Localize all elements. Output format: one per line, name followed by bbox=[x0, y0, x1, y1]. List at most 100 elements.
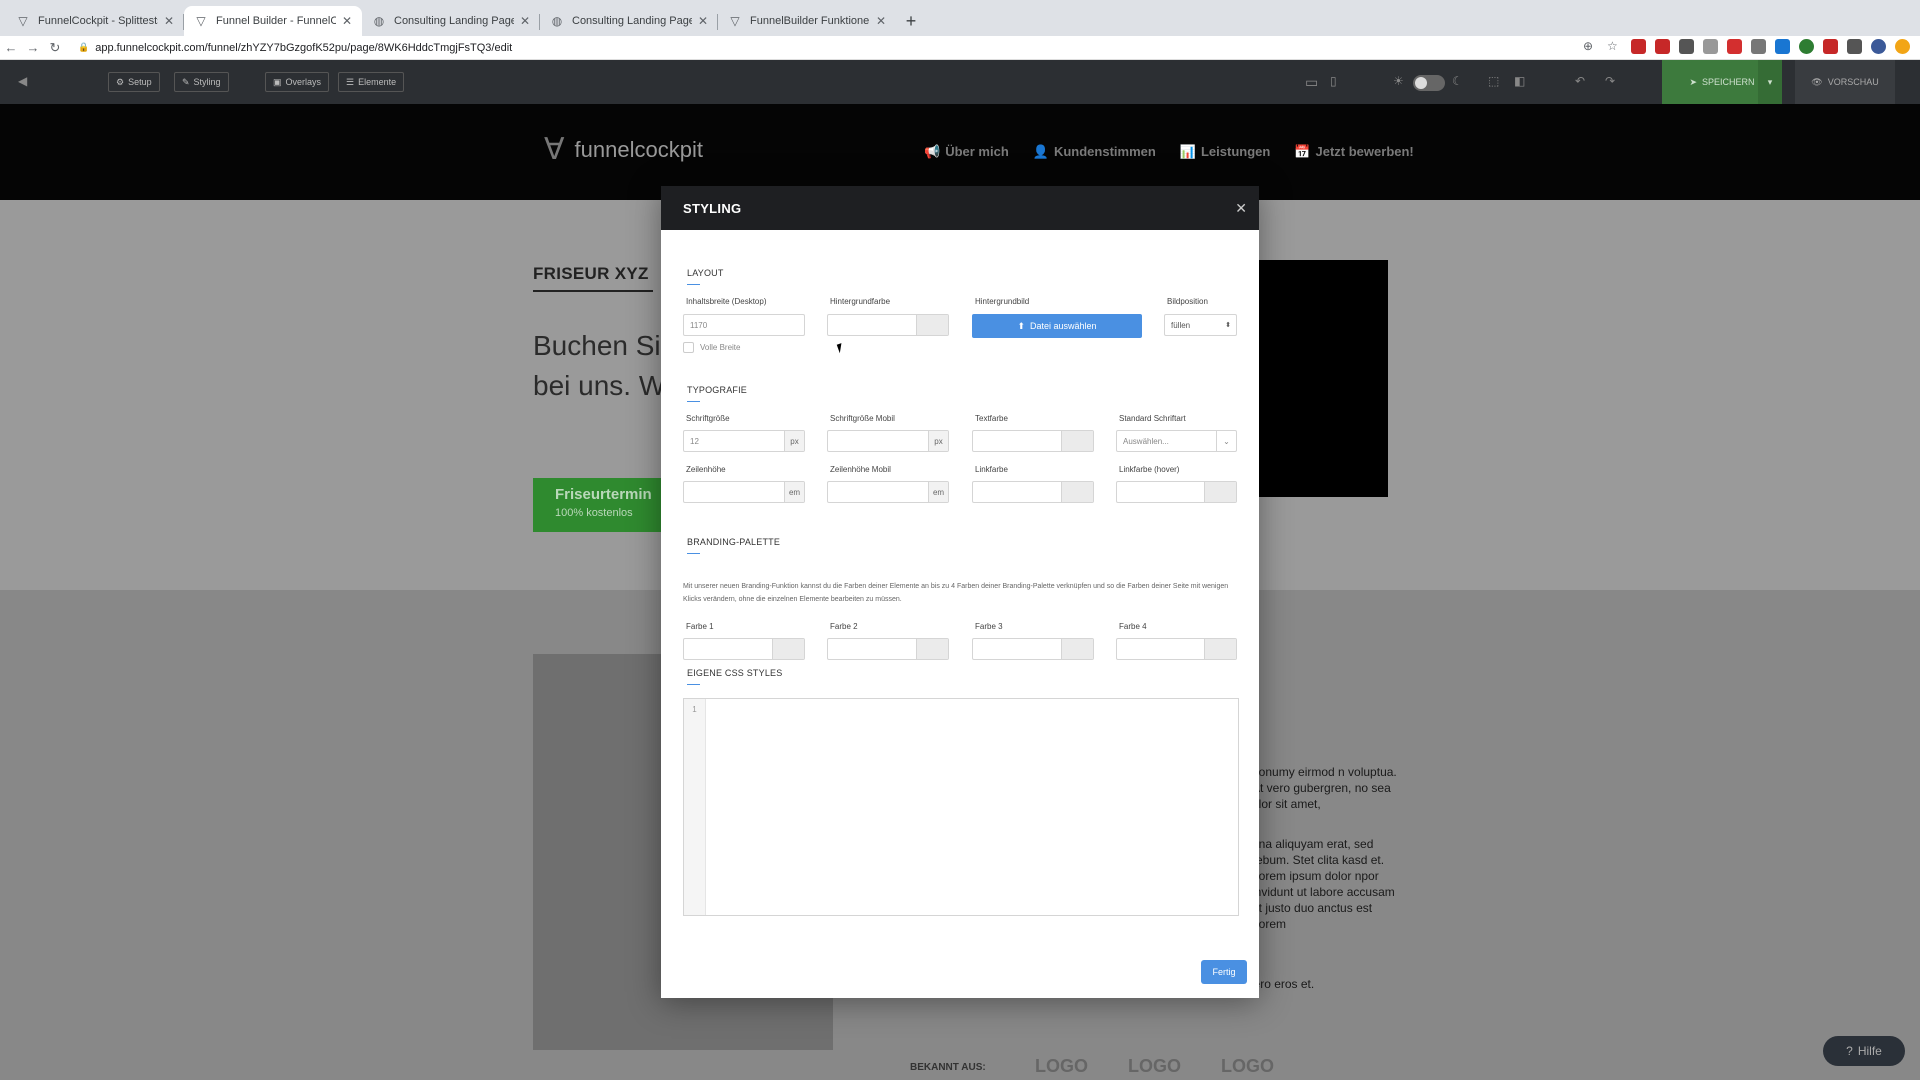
mobile-icon[interactable]: ▯ bbox=[1330, 74, 1337, 88]
forward-icon[interactable]: → bbox=[22, 40, 44, 55]
color-swatch[interactable] bbox=[916, 315, 948, 335]
close-icon[interactable]: ✕ bbox=[1235, 200, 1247, 217]
linkfarbe-input[interactable] bbox=[972, 481, 1094, 503]
farbe2-input[interactable] bbox=[827, 638, 949, 660]
elemente-button[interactable]: ☰ Elemente bbox=[338, 72, 405, 92]
color-swatch[interactable] bbox=[1204, 482, 1236, 502]
sidebar-icon[interactable]: ◧ bbox=[1514, 74, 1525, 88]
redo-icon[interactable]: ↷ bbox=[1605, 74, 1615, 88]
nav-item-leistungen[interactable]: 📊 Leistungen bbox=[1180, 144, 1271, 160]
extension-icon[interactable] bbox=[1703, 39, 1718, 54]
zeilenhoehe-mobil-input[interactable]: em bbox=[827, 481, 949, 503]
hintergrundfarbe-input[interactable] bbox=[827, 314, 949, 336]
save-dropdown-button[interactable]: ▾ bbox=[1758, 60, 1782, 104]
schriftart-value: Auswählen... bbox=[1123, 436, 1169, 446]
setup-label: Setup bbox=[128, 77, 152, 87]
nav-item-jetzt-bewerben[interactable]: 📅 Jetzt bewerben! bbox=[1294, 144, 1413, 160]
menu-icon[interactable] bbox=[1847, 39, 1862, 54]
desktop-icon[interactable]: ▭ bbox=[1305, 74, 1318, 91]
close-icon[interactable]: ✕ bbox=[342, 14, 352, 28]
close-icon[interactable]: ✕ bbox=[876, 14, 886, 28]
new-tab-button[interactable]: + bbox=[896, 6, 926, 36]
grid-icon[interactable]: ⬚ bbox=[1488, 74, 1499, 88]
browser-tab-1[interactable]: ▽ FunnelCockpit - Splittests, Ma ✕ bbox=[6, 6, 184, 36]
extension-icon[interactable] bbox=[1895, 39, 1910, 54]
user-icon: 👤 bbox=[1032, 144, 1049, 159]
extension-icon[interactable] bbox=[1655, 39, 1670, 54]
checkbox-box[interactable] bbox=[683, 342, 694, 353]
elemente-label: Elemente bbox=[358, 77, 397, 87]
moon-icon[interactable]: ☾ bbox=[1452, 74, 1463, 88]
close-icon[interactable]: ✕ bbox=[164, 14, 174, 28]
zeilenhoehe-label: Zeilenhöhe bbox=[686, 465, 726, 474]
zeilenhoehe-input[interactable]: em bbox=[683, 481, 805, 503]
avatar[interactable] bbox=[1871, 39, 1886, 54]
nav-item-ueber-mich[interactable]: 📢 Über mich bbox=[924, 144, 1009, 160]
datei-auswaehlen-button[interactable]: ⬆ Datei auswählen bbox=[972, 314, 1142, 338]
section-css: EIGENE CSS STYLES bbox=[687, 668, 783, 685]
browser-tab-2[interactable]: ▽ Funnel Builder - FunnelCockpit ✕ bbox=[184, 6, 362, 36]
farbe3-input[interactable] bbox=[972, 638, 1094, 660]
nav-label: Jetzt bewerben! bbox=[1315, 144, 1414, 159]
extension-icon[interactable] bbox=[1775, 39, 1790, 54]
css-code-editor[interactable]: 1 bbox=[683, 698, 1239, 916]
undo-icon[interactable]: ↶ bbox=[1575, 74, 1585, 88]
volle-breite-label: Volle Breite bbox=[700, 343, 741, 352]
location-icon[interactable]: ⊕ bbox=[1583, 39, 1598, 54]
nav-label: Leistungen bbox=[1200, 144, 1271, 159]
textfarbe-label: Textfarbe bbox=[975, 414, 1008, 423]
bildposition-select[interactable]: füllen ⬍ bbox=[1164, 314, 1237, 336]
browser-tab-3[interactable]: ◍ Consulting Landing Page ✕ bbox=[362, 6, 540, 36]
color-swatch[interactable] bbox=[1061, 639, 1093, 659]
preview-button[interactable]: 👁 VORSCHAU bbox=[1795, 60, 1895, 104]
extension-icon[interactable] bbox=[1799, 39, 1814, 54]
textfarbe-input[interactable] bbox=[972, 430, 1094, 452]
star-icon[interactable]: ☆ bbox=[1607, 39, 1622, 54]
styling-button[interactable]: ✎ Styling bbox=[174, 72, 229, 92]
linkfarbe-hover-input[interactable] bbox=[1116, 481, 1237, 503]
schriftgroesse-input[interactable]: 12 px bbox=[683, 430, 805, 452]
press-logo: LOGO bbox=[1221, 1056, 1274, 1076]
gear-icon: ⚙ bbox=[116, 76, 125, 87]
extension-icon[interactable] bbox=[1823, 39, 1838, 54]
browser-tab-4[interactable]: ◍ Consulting Landing Page ✕ bbox=[540, 6, 718, 36]
site-logo[interactable]: ∀ funnelcockpit bbox=[544, 132, 703, 167]
theme-toggle[interactable] bbox=[1413, 75, 1445, 91]
farbe1-label: Farbe 1 bbox=[686, 622, 714, 631]
setup-button[interactable]: ⚙ Setup bbox=[108, 72, 160, 92]
volle-breite-checkbox[interactable]: Volle Breite bbox=[683, 342, 740, 353]
extension-icon[interactable] bbox=[1631, 39, 1646, 54]
schriftart-select[interactable]: Auswählen... ⌄ bbox=[1116, 430, 1237, 452]
overlays-button[interactable]: ▣ Overlays bbox=[265, 72, 330, 92]
back-circle-icon[interactable]: ◀ bbox=[18, 74, 27, 88]
styling-modal: STYLING ✕ LAYOUT Inhaltsbreite (Desktop)… bbox=[661, 186, 1259, 998]
farbe4-input[interactable] bbox=[1116, 638, 1237, 660]
nav-item-kundenstimmen[interactable]: 👤 Kundenstimmen bbox=[1033, 144, 1156, 160]
sun-icon[interactable]: ☀ bbox=[1393, 74, 1404, 88]
fertig-button[interactable]: Fertig bbox=[1201, 960, 1247, 984]
close-icon[interactable]: ✕ bbox=[698, 14, 708, 28]
color-swatch[interactable] bbox=[1061, 431, 1093, 451]
help-button[interactable]: ? Hilfe bbox=[1823, 1036, 1905, 1066]
nav-label: Kundenstimmen bbox=[1053, 144, 1156, 159]
url-field[interactable]: 🔒 app.funnelcockpit.com/funnel/zhYZY7bGz… bbox=[78, 42, 512, 54]
close-icon[interactable]: ✕ bbox=[520, 14, 530, 28]
extension-icon[interactable] bbox=[1751, 39, 1766, 54]
extension-icon[interactable] bbox=[1679, 39, 1694, 54]
preview-label: VORSCHAU bbox=[1827, 77, 1879, 87]
bekannt-aus-label: BEKANNT AUS: bbox=[910, 1062, 986, 1073]
inhaltsbreite-input[interactable]: 1170 bbox=[683, 314, 805, 336]
browser-tab-5[interactable]: ▽ FunnelBuilder Funktionen & Ei ✕ bbox=[718, 6, 896, 36]
reload-icon[interactable]: ↻ bbox=[44, 40, 66, 56]
schriftgroesse-label: Schriftgröße bbox=[686, 414, 730, 423]
schriftart-label: Standard Schriftart bbox=[1119, 414, 1186, 423]
farbe2-label: Farbe 2 bbox=[830, 622, 858, 631]
color-swatch[interactable] bbox=[1061, 482, 1093, 502]
back-icon[interactable]: ← bbox=[0, 40, 22, 55]
schriftgroesse-mobil-input[interactable]: px bbox=[827, 430, 949, 452]
color-swatch[interactable] bbox=[916, 639, 948, 659]
color-swatch[interactable] bbox=[1204, 639, 1236, 659]
extension-icon[interactable] bbox=[1727, 39, 1742, 54]
color-swatch[interactable] bbox=[772, 639, 804, 659]
farbe1-input[interactable] bbox=[683, 638, 805, 660]
